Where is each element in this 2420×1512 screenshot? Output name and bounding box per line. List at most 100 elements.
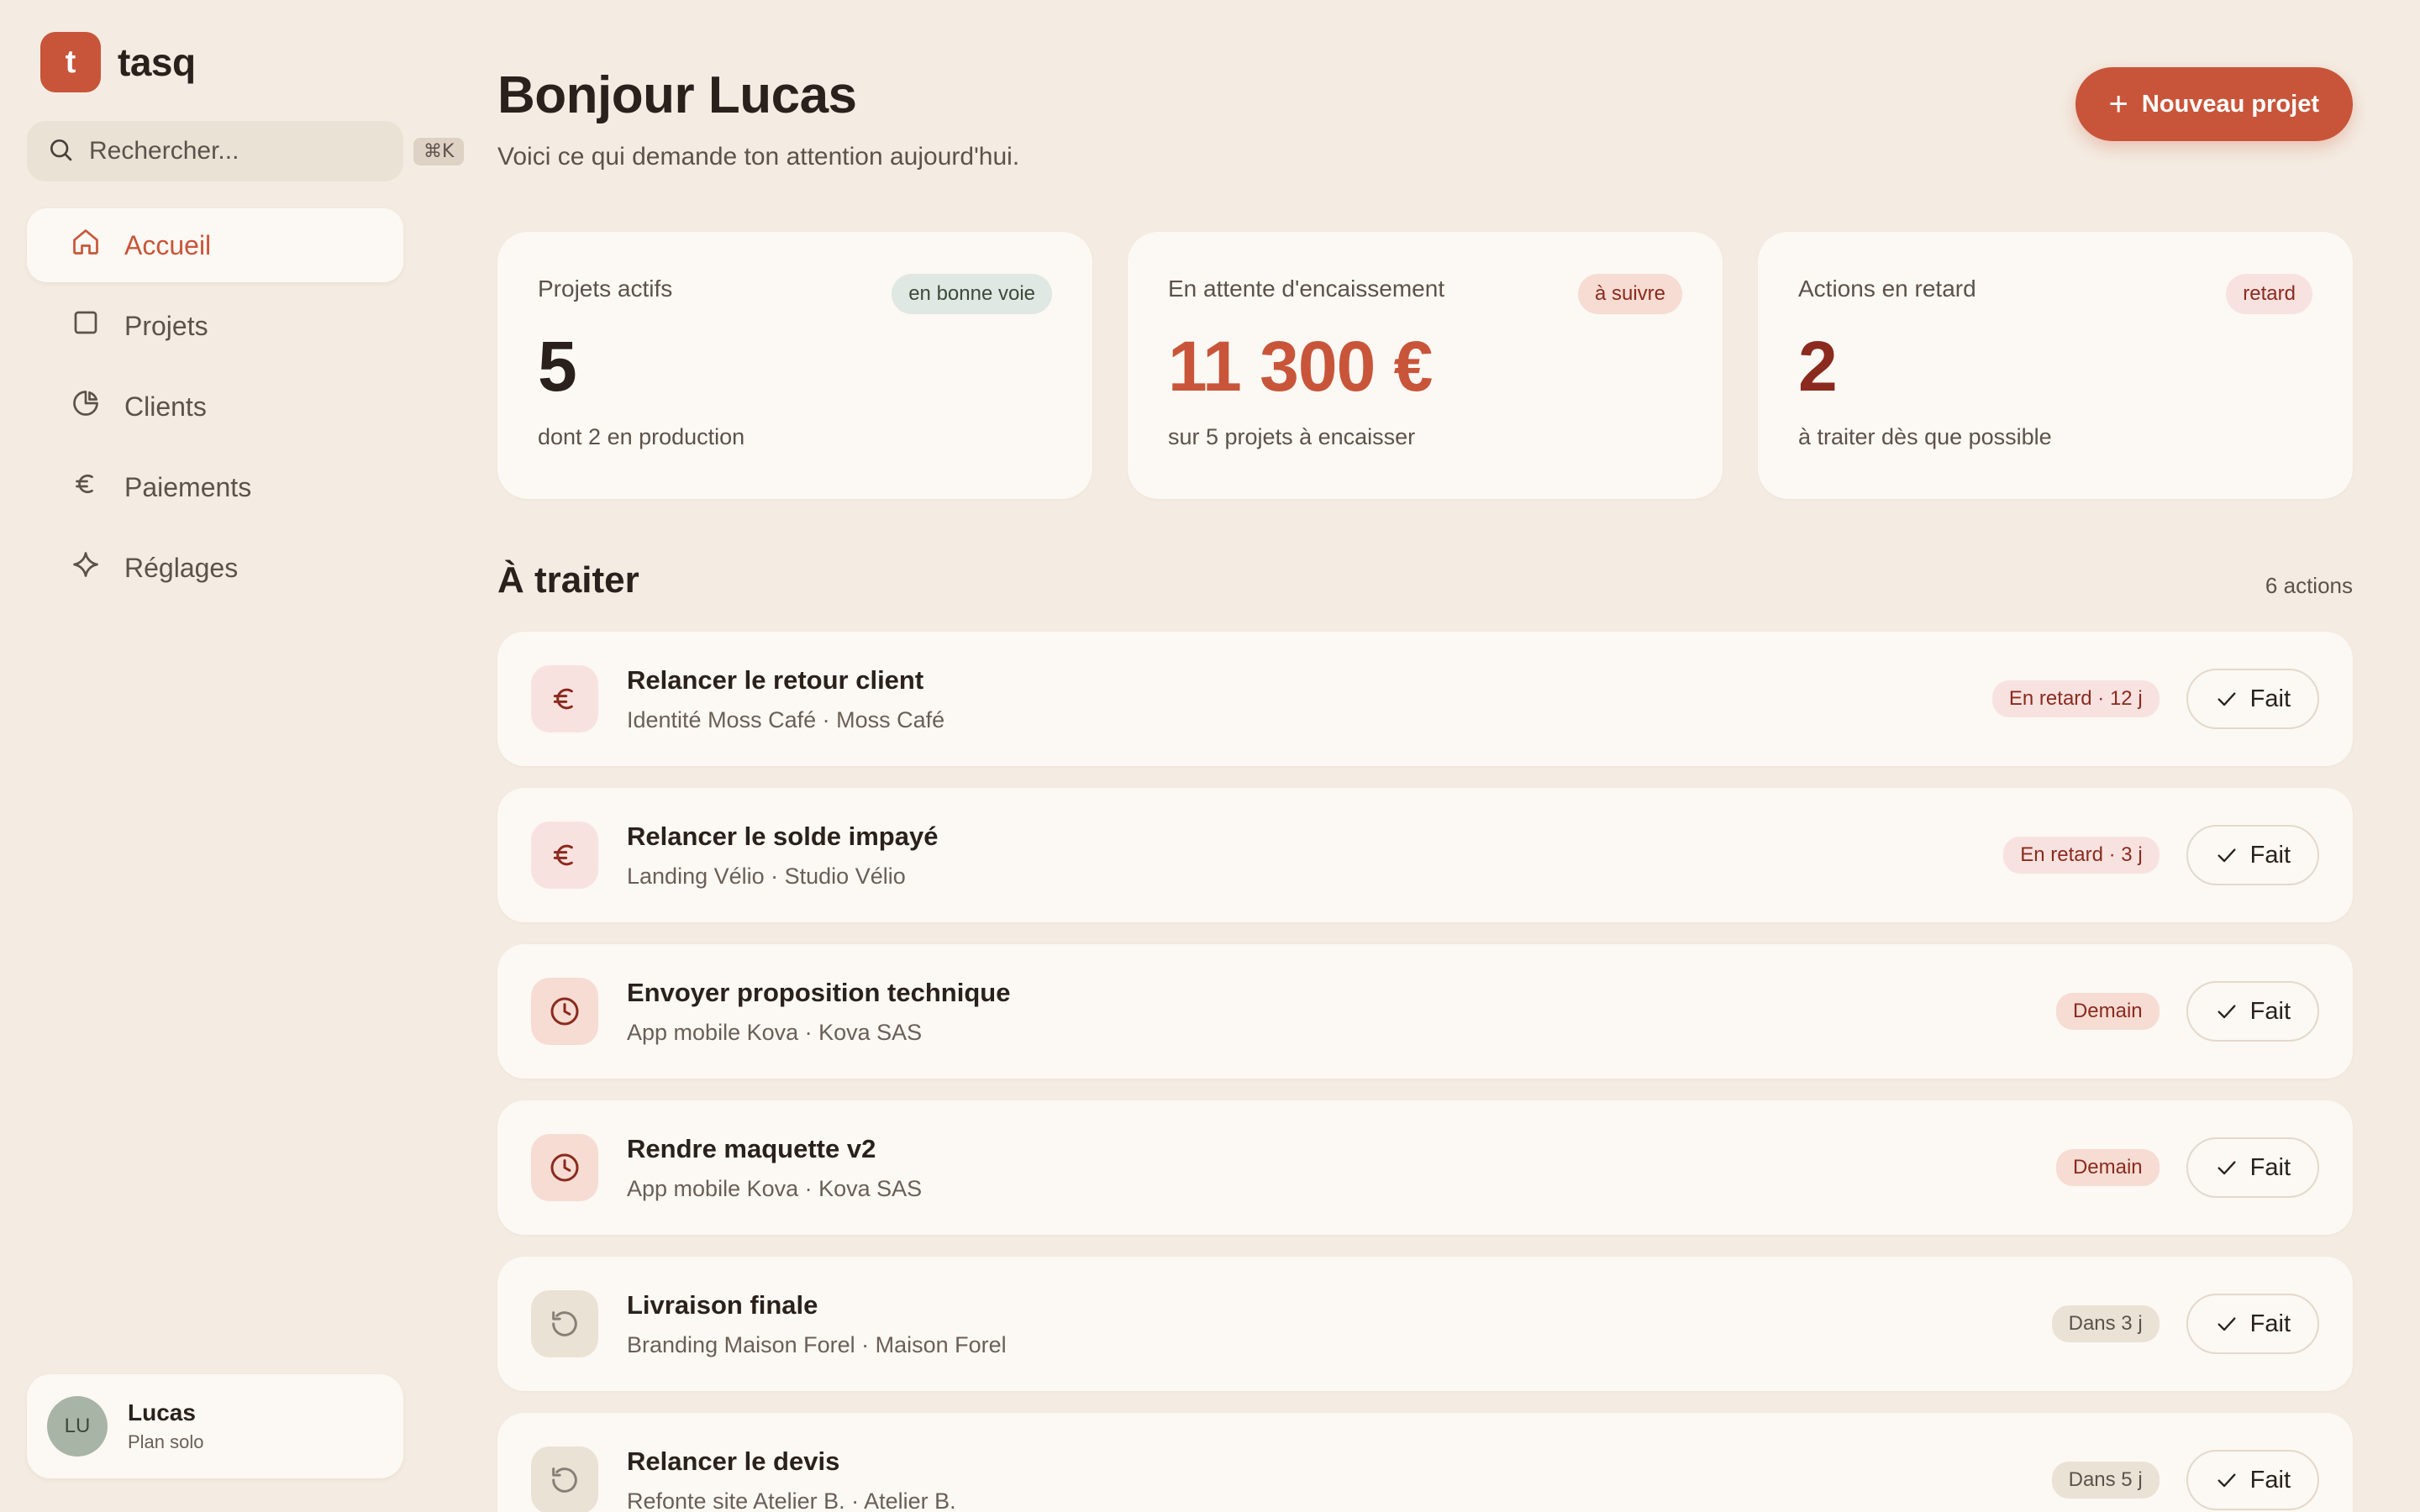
check-icon — [2217, 1317, 2236, 1331]
task-title: Rendre maquette v2 — [627, 1133, 876, 1163]
task-title: Livraison finale — [627, 1289, 818, 1320]
list-item[interactable]: Envoyer proposition technique App mobile… — [497, 944, 2353, 1079]
new-project-button[interactable]: + Nouveau projet — [2075, 67, 2353, 141]
brand[interactable]: t tasq — [40, 32, 196, 92]
brand-name: tasq — [118, 40, 196, 84]
done-label: Fait — [2249, 1466, 2291, 1494]
status-badge: En retard · 3 j — [2003, 837, 2160, 874]
done-label: Fait — [2249, 1310, 2291, 1337]
done-label: Fait — [2249, 1153, 2291, 1181]
user-plan: Plan solo — [128, 1431, 204, 1452]
check-icon — [2217, 848, 2236, 863]
task-title: Relancer le solde impayé — [627, 821, 939, 851]
reload-icon — [531, 1290, 598, 1357]
done-button[interactable]: Fait — [2186, 669, 2319, 729]
sparkle-icon — [71, 549, 101, 586]
avatar: LU — [47, 1396, 108, 1457]
search-input[interactable] — [89, 137, 413, 165]
list-item[interactable]: Rendre maquette v2 App mobile Kova · Kov… — [497, 1100, 2353, 1235]
status-badge: en bonne voie — [892, 274, 1052, 314]
stat-card-active-projects[interactable]: Projets actifs en bonne voie 5 dont 2 en… — [497, 232, 1092, 499]
status-badge: Dans 5 j — [2051, 1462, 2160, 1499]
check-icon — [2217, 1005, 2236, 1019]
user-info: Lucas Plan solo — [128, 1399, 204, 1453]
sidebar-item-reglages[interactable]: Réglages — [27, 531, 403, 605]
sidebar-item-label: Clients — [124, 391, 207, 422]
stat-value: 2 — [1798, 327, 1838, 406]
status-badge: retard — [2226, 274, 2312, 314]
sidebar-item-label: Paiements — [124, 471, 252, 502]
pie-chart-icon — [71, 388, 101, 425]
task-meta: App mobile Kova · Kova SAS — [627, 1019, 923, 1045]
sidebar-item-projets[interactable]: Projets — [27, 289, 403, 363]
sidebar-item-paiements[interactable]: Paiements — [27, 450, 403, 524]
app-root: t tasq ⌘K Accueil Projets — [0, 0, 2420, 1512]
sidebar-item-label: Réglages — [124, 552, 239, 583]
check-icon — [2217, 1161, 2236, 1175]
task-text: Relancer le devis Refonte site Atelier B… — [627, 1446, 2052, 1512]
sidebar: t tasq ⌘K Accueil Projets — [0, 0, 465, 1512]
sidebar-item-accueil[interactable]: Accueil — [27, 208, 403, 282]
list-item[interactable]: Relancer le retour client Identité Moss … — [497, 632, 2353, 766]
done-button[interactable]: Fait — [2186, 1294, 2319, 1354]
task-meta: Landing Vélio · Studio Vélio — [627, 863, 906, 889]
status-badge: En retard · 12 j — [1991, 680, 2160, 717]
sidebar-item-label: Accueil — [124, 229, 212, 260]
list-item[interactable]: Livraison finale Branding Maison Forel ·… — [497, 1257, 2353, 1391]
task-text: Relancer le retour client Identité Moss … — [627, 665, 1992, 733]
search-icon — [47, 136, 74, 167]
status-badge: à suivre — [1577, 274, 1682, 314]
brand-logo: t — [40, 32, 101, 92]
done-button[interactable]: Fait — [2186, 825, 2319, 885]
task-title: Envoyer proposition technique — [627, 977, 1011, 1007]
stat-card-pending-payment[interactable]: En attente d'encaissement à suivre 11 30… — [1128, 232, 1723, 499]
page-subtitle: Voici ce qui demande ton attention aujou… — [497, 143, 1020, 171]
clock-icon — [531, 1134, 598, 1201]
user-card[interactable]: LU Lucas Plan solo — [27, 1374, 403, 1478]
task-text: Livraison finale Branding Maison Forel ·… — [627, 1290, 2052, 1358]
stat-note: à traiter dès que possible — [1798, 424, 2052, 449]
stats-row: Projets actifs en bonne voie 5 dont 2 en… — [497, 232, 2353, 499]
section-title: À traiter — [497, 559, 639, 601]
task-text: Rendre maquette v2 App mobile Kova · Kov… — [627, 1134, 2056, 1202]
done-label: Fait — [2249, 841, 2291, 869]
search-bar[interactable]: ⌘K — [27, 121, 465, 181]
check-icon — [2217, 692, 2236, 706]
stat-value: 11 300 € — [1168, 327, 1433, 406]
sidebar-item-clients[interactable]: Clients — [27, 370, 403, 444]
task-text: Envoyer proposition technique App mobile… — [627, 978, 2056, 1046]
stat-card-late-actions[interactable]: Actions en retard retard 2 à traiter dès… — [1758, 232, 2353, 499]
task-meta: App mobile Kova · Kova SAS — [627, 1175, 923, 1201]
page-title: Bonjour Lucas — [497, 66, 857, 124]
sidebar-nav: Accueil Projets Clients Paiements Réglag… — [27, 208, 403, 612]
done-label: Fait — [2249, 997, 2291, 1025]
done-button[interactable]: Fait — [2186, 1137, 2319, 1198]
done-button[interactable]: Fait — [2186, 981, 2319, 1042]
task-title: Relancer le retour client — [627, 664, 924, 695]
done-button[interactable]: Fait — [2186, 1450, 2319, 1510]
task-meta: Refonte site Atelier B. · Atelier B. — [627, 1488, 956, 1512]
new-project-label: Nouveau projet — [2141, 90, 2319, 118]
status-badge: Demain — [2055, 993, 2160, 1030]
stat-note: sur 5 projets à encaisser — [1168, 424, 1416, 449]
status-badge: Demain — [2055, 1149, 2160, 1186]
user-name: Lucas — [128, 1399, 196, 1425]
sidebar-item-label: Projets — [124, 310, 208, 341]
euro-icon — [531, 822, 598, 889]
list-item[interactable]: Relancer le solde impayé Landing Vélio ·… — [497, 788, 2353, 922]
plus-icon: + — [2108, 86, 2128, 123]
task-meta: Branding Maison Forel · Maison Forel — [627, 1331, 1007, 1357]
euro-icon — [531, 665, 598, 732]
task-text: Relancer le solde impayé Landing Vélio ·… — [627, 822, 2003, 890]
section-count: 6 actions — [2265, 573, 2353, 598]
task-meta: Identité Moss Café · Moss Café — [627, 706, 945, 732]
status-badge: Dans 3 j — [2051, 1305, 2160, 1342]
stat-note: dont 2 en production — [538, 424, 745, 449]
clock-icon — [531, 978, 598, 1045]
search-shortcut: ⌘K — [413, 137, 465, 165]
stat-value: 5 — [538, 327, 577, 406]
check-icon — [2217, 1473, 2236, 1488]
task-title: Relancer le devis — [627, 1446, 840, 1476]
square-icon — [71, 307, 101, 344]
list-item[interactable]: Relancer le devis Refonte site Atelier B… — [497, 1413, 2353, 1512]
